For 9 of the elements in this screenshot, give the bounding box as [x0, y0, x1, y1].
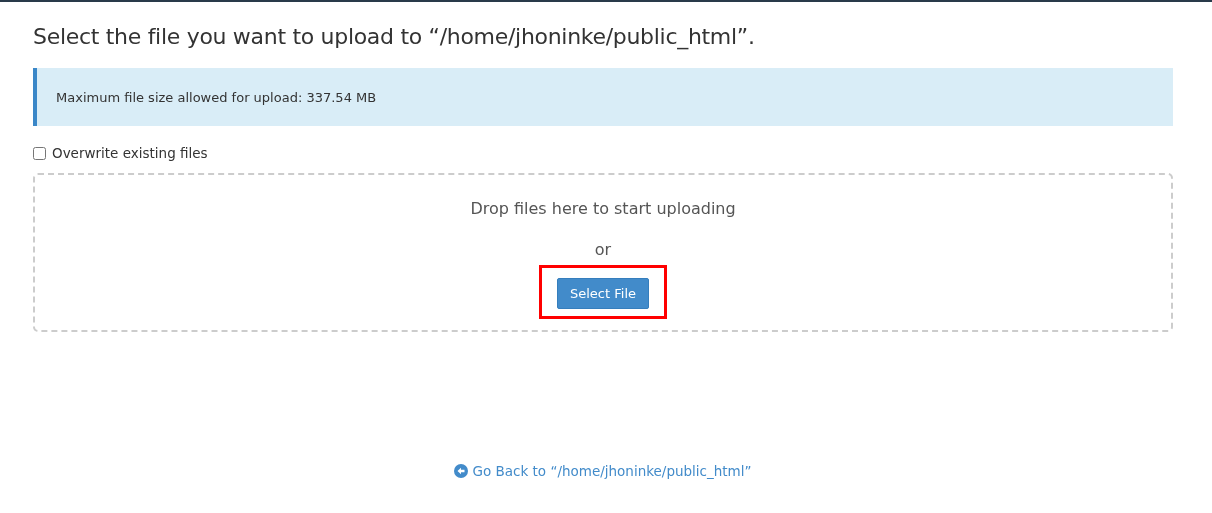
drop-text: Drop files here to start uploading: [470, 199, 736, 218]
or-text: or: [594, 240, 612, 259]
go-back-link[interactable]: Go Back to “/home/jhoninke/public_html”: [454, 463, 752, 479]
page-title: Select the file you want to upload to “/home/jhoninke/public_html”.: [33, 23, 756, 52]
alert-text: Maximum file size allowed for upload: 337.54 MB: [56, 89, 377, 105]
overwrite-checkbox[interactable]: [33, 146, 46, 160]
drop-zone[interactable]: Drop files here to start uploading or Select File: [33, 173, 1173, 332]
checkbox-label: Overwrite existing files: [52, 145, 208, 161]
select-file-button[interactable]: Select File: [557, 278, 649, 309]
